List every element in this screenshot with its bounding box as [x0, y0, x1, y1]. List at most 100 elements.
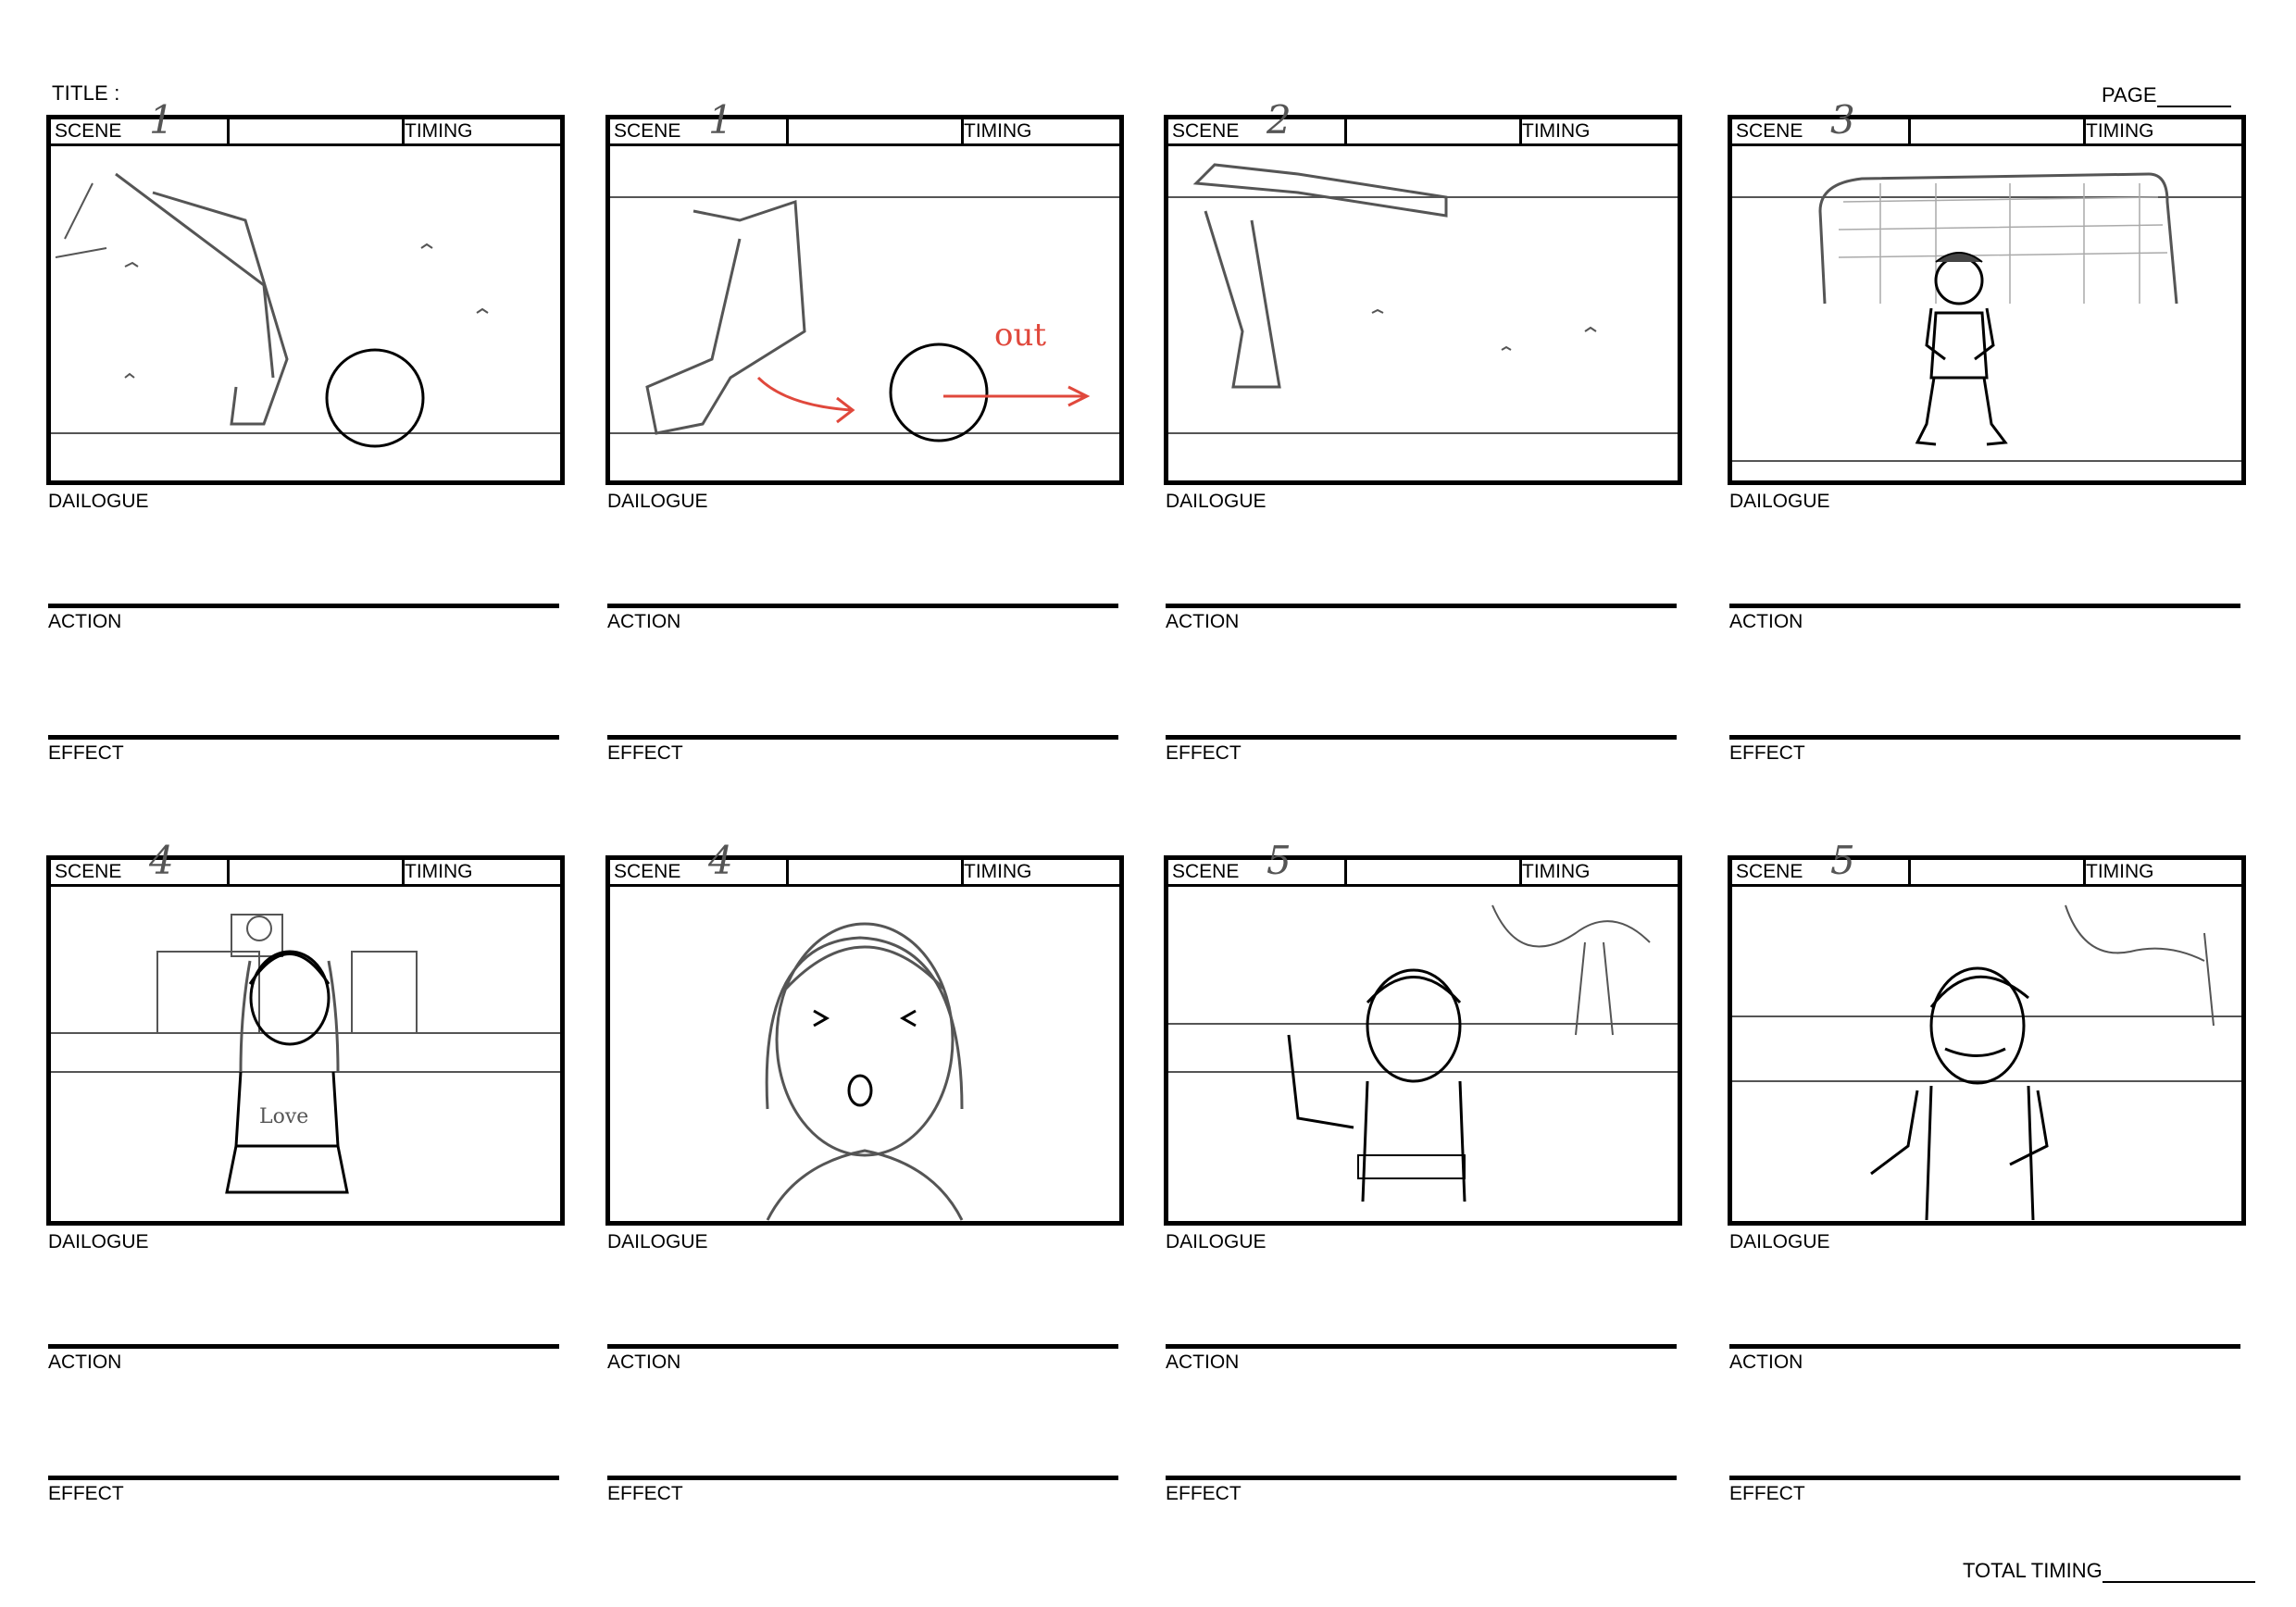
timing-cell[interactable]: TIMING — [401, 119, 560, 143]
page-field[interactable]: PAGE — [2102, 83, 2231, 107]
scene-extra-cell[interactable] — [785, 119, 964, 143]
sketch-frame — [1728, 887, 2246, 1226]
panel-sketch — [1168, 904, 1678, 1202]
scene-number: 4 — [708, 838, 733, 883]
action-line[interactable] — [48, 1476, 559, 1480]
timing-label: TIMING — [964, 120, 1032, 142]
dialogue-line[interactable] — [48, 604, 559, 608]
dialogue-label: DAILOGUE — [1166, 491, 1267, 512]
scene-extra-cell[interactable] — [1343, 860, 1522, 884]
dialogue-line[interactable] — [1729, 1344, 2240, 1349]
timing-cell[interactable]: TIMING — [1518, 119, 1678, 143]
dialogue-line[interactable] — [607, 1344, 1118, 1349]
panel-sketch — [1732, 904, 2241, 1221]
panel-sketch: out — [610, 196, 1119, 442]
action-line[interactable] — [1729, 1476, 2240, 1480]
scene-extra-cell[interactable] — [785, 860, 964, 884]
dialogue-label: DAILOGUE — [607, 491, 708, 512]
panel-header: SCENE 5 TIMING — [1728, 841, 2246, 887]
effect-label: EFFECT — [607, 742, 683, 764]
dialogue-line[interactable] — [48, 1344, 559, 1349]
scene-extra-cell[interactable] — [226, 119, 405, 143]
dialogue-line[interactable] — [1166, 604, 1677, 608]
timing-cell[interactable]: TIMING — [401, 860, 560, 884]
timing-cell[interactable]: TIMING — [2082, 860, 2241, 884]
dialogue-label: DAILOGUE — [1166, 1231, 1267, 1252]
effect-label: EFFECT — [1166, 1483, 1242, 1504]
panel-header: SCENE 4 TIMING — [46, 841, 565, 887]
storyboard-panel-6: SCENE 4 TIMING — [605, 841, 1124, 1226]
action-line[interactable] — [607, 735, 1118, 740]
scene-label: SCENE — [1736, 120, 1803, 142]
timing-label: TIMING — [1522, 861, 1591, 882]
scene-extra-cell[interactable] — [1343, 119, 1522, 143]
panel-header: SCENE 1 TIMING — [46, 101, 565, 146]
action-line[interactable] — [1166, 735, 1677, 740]
dialogue-line[interactable] — [1729, 604, 2240, 608]
panel-header: SCENE 1 TIMING — [605, 101, 1124, 146]
panel-sketch: Love — [51, 914, 560, 1194]
sketch-frame — [1164, 146, 1682, 485]
action-label: ACTION — [1166, 1352, 1240, 1373]
scene-label: SCENE — [1172, 861, 1240, 882]
scene-cell[interactable]: SCENE 2 — [1168, 101, 1347, 143]
timing-cell[interactable]: TIMING — [960, 119, 1119, 143]
total-timing-label: TOTAL TIMING — [1963, 1559, 2103, 1582]
storyboard-panel-3: SCENE 2 TIMING — [1164, 101, 1682, 485]
storyboard-panel-8: SCENE 5 TIMING — [1728, 841, 2246, 1226]
effect-label: EFFECT — [1166, 742, 1242, 764]
timing-cell[interactable]: TIMING — [960, 860, 1119, 884]
action-line[interactable] — [48, 735, 559, 740]
timing-cell[interactable]: TIMING — [1518, 860, 1678, 884]
scene-label: SCENE — [614, 861, 681, 882]
effect-label: EFFECT — [607, 1483, 683, 1504]
storyboard-panel-2: SCENE 1 TIMING out — [605, 101, 1124, 485]
total-timing-blank[interactable] — [2102, 1563, 2255, 1583]
action-label: ACTION — [607, 611, 681, 632]
scene-label: SCENE — [1736, 861, 1803, 882]
scene-cell[interactable]: SCENE 4 — [51, 841, 230, 884]
storyboard-panel-1: SCENE 1 TIMING — [46, 101, 565, 485]
scene-cell[interactable]: SCENE 5 — [1732, 841, 1911, 884]
sketch-frame — [605, 887, 1124, 1226]
scene-number: 5 — [1830, 838, 1855, 883]
scene-cell[interactable]: SCENE 1 — [610, 101, 789, 143]
scene-number: 5 — [1267, 838, 1292, 883]
sketch-frame — [1164, 887, 1682, 1226]
scene-extra-cell[interactable] — [1907, 860, 2086, 884]
action-label: ACTION — [48, 611, 122, 632]
dialogue-line[interactable] — [607, 604, 1118, 608]
timing-cell[interactable]: TIMING — [2082, 119, 2241, 143]
scene-number: 4 — [149, 838, 174, 883]
scene-cell[interactable]: SCENE 5 — [1168, 841, 1347, 884]
dialogue-line[interactable] — [1166, 1344, 1677, 1349]
sketch-frame: out — [605, 146, 1124, 485]
sketch-frame — [1728, 146, 2246, 485]
total-timing-field[interactable]: TOTAL TIMING — [1963, 1559, 2255, 1583]
action-line[interactable] — [1729, 735, 2240, 740]
storyboard-panel-5: SCENE 4 TIMING Love — [46, 841, 565, 1226]
action-line[interactable] — [607, 1476, 1118, 1480]
panel-header: SCENE 5 TIMING — [1164, 841, 1682, 887]
panel-sketch — [1168, 163, 1678, 434]
scene-label: SCENE — [55, 861, 122, 882]
panel-header: SCENE 2 TIMING — [1164, 101, 1682, 146]
scene-label: SCENE — [1172, 120, 1240, 142]
page-blank[interactable] — [2156, 87, 2231, 107]
scene-cell[interactable]: SCENE 4 — [610, 841, 789, 884]
scene-cell[interactable]: SCENE 1 — [51, 101, 230, 143]
scene-extra-cell[interactable] — [226, 860, 405, 884]
scene-number: 1 — [708, 97, 733, 143]
action-label: ACTION — [1166, 611, 1240, 632]
dialogue-label: DAILOGUE — [607, 1231, 708, 1252]
storyboard-panel-7: SCENE 5 TIMING — [1164, 841, 1682, 1226]
timing-label: TIMING — [2086, 861, 2154, 882]
scene-label: SCENE — [614, 120, 681, 142]
scene-cell[interactable]: SCENE 3 — [1732, 101, 1911, 143]
effect-label: EFFECT — [1729, 742, 1805, 764]
panel-sketch — [1732, 172, 2241, 462]
effect-label: EFFECT — [48, 742, 124, 764]
scene-extra-cell[interactable] — [1907, 119, 2086, 143]
action-line[interactable] — [1166, 1476, 1677, 1480]
title-label: TITLE : — [52, 81, 120, 105]
